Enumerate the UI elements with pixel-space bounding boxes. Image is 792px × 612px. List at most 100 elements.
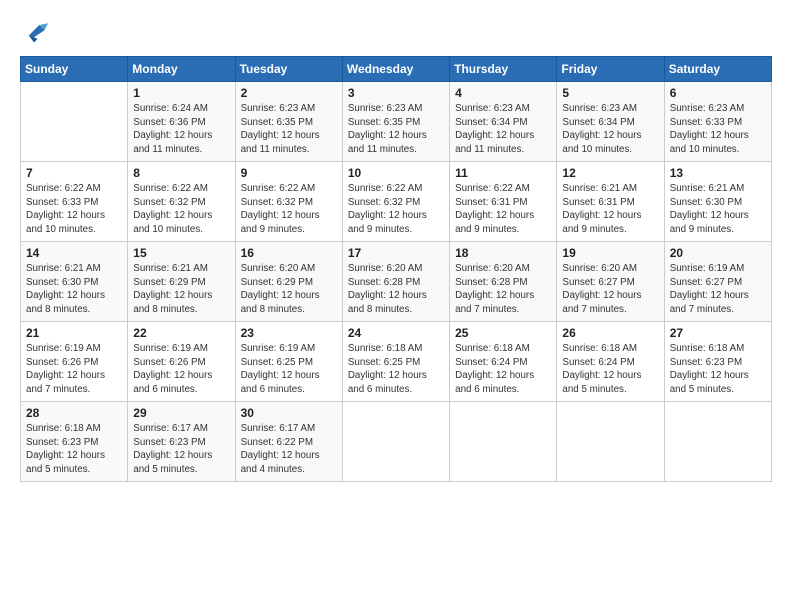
day-info: Sunrise: 6:20 AM Sunset: 6:28 PM Dayligh… bbox=[348, 262, 444, 317]
calendar-cell bbox=[557, 402, 664, 482]
calendar-table: SundayMondayTuesdayWednesdayThursdayFrid… bbox=[20, 56, 772, 482]
day-number: 12 bbox=[562, 166, 658, 180]
calendar-cell: 23 Sunrise: 6:19 AM Sunset: 6:25 PM Dayli… bbox=[235, 322, 342, 402]
page-header bbox=[20, 18, 772, 46]
day-info: Sunrise: 6:20 AM Sunset: 6:29 PM Dayligh… bbox=[241, 262, 337, 317]
calendar-cell: 28 Sunrise: 6:18 AM Sunset: 6:23 PM Dayli… bbox=[21, 402, 128, 482]
day-number: 27 bbox=[670, 326, 766, 340]
day-info: Sunrise: 6:18 AM Sunset: 6:23 PM Dayligh… bbox=[26, 422, 122, 477]
calendar-cell: 8 Sunrise: 6:22 AM Sunset: 6:32 PM Daylig… bbox=[128, 162, 235, 242]
day-number: 15 bbox=[133, 246, 229, 260]
day-info: Sunrise: 6:19 AM Sunset: 6:26 PM Dayligh… bbox=[133, 342, 229, 397]
calendar-cell: 10 Sunrise: 6:22 AM Sunset: 6:32 PM Dayli… bbox=[342, 162, 449, 242]
day-info: Sunrise: 6:21 AM Sunset: 6:30 PM Dayligh… bbox=[670, 182, 766, 237]
day-number: 16 bbox=[241, 246, 337, 260]
day-info: Sunrise: 6:24 AM Sunset: 6:36 PM Dayligh… bbox=[133, 102, 229, 157]
day-number: 1 bbox=[133, 86, 229, 100]
day-info: Sunrise: 6:20 AM Sunset: 6:28 PM Dayligh… bbox=[455, 262, 551, 317]
day-number: 22 bbox=[133, 326, 229, 340]
day-info: Sunrise: 6:23 AM Sunset: 6:34 PM Dayligh… bbox=[455, 102, 551, 157]
day-number: 19 bbox=[562, 246, 658, 260]
day-number: 2 bbox=[241, 86, 337, 100]
calendar-cell: 24 Sunrise: 6:18 AM Sunset: 6:25 PM Dayli… bbox=[342, 322, 449, 402]
day-info: Sunrise: 6:18 AM Sunset: 6:25 PM Dayligh… bbox=[348, 342, 444, 397]
day-number: 29 bbox=[133, 406, 229, 420]
day-number: 28 bbox=[26, 406, 122, 420]
day-number: 5 bbox=[562, 86, 658, 100]
day-number: 14 bbox=[26, 246, 122, 260]
calendar-page: SundayMondayTuesdayWednesdayThursdayFrid… bbox=[0, 0, 792, 612]
calendar-cell: 4 Sunrise: 6:23 AM Sunset: 6:34 PM Daylig… bbox=[450, 82, 557, 162]
day-number: 26 bbox=[562, 326, 658, 340]
calendar-cell: 19 Sunrise: 6:20 AM Sunset: 6:27 PM Dayli… bbox=[557, 242, 664, 322]
day-info: Sunrise: 6:22 AM Sunset: 6:32 PM Dayligh… bbox=[348, 182, 444, 237]
day-info: Sunrise: 6:22 AM Sunset: 6:31 PM Dayligh… bbox=[455, 182, 551, 237]
day-number: 4 bbox=[455, 86, 551, 100]
day-info: Sunrise: 6:23 AM Sunset: 6:34 PM Dayligh… bbox=[562, 102, 658, 157]
calendar-cell: 21 Sunrise: 6:19 AM Sunset: 6:26 PM Dayli… bbox=[21, 322, 128, 402]
day-number: 20 bbox=[670, 246, 766, 260]
day-number: 7 bbox=[26, 166, 122, 180]
day-info: Sunrise: 6:18 AM Sunset: 6:24 PM Dayligh… bbox=[562, 342, 658, 397]
day-info: Sunrise: 6:21 AM Sunset: 6:30 PM Dayligh… bbox=[26, 262, 122, 317]
day-number: 8 bbox=[133, 166, 229, 180]
calendar-cell: 6 Sunrise: 6:23 AM Sunset: 6:33 PM Daylig… bbox=[664, 82, 771, 162]
day-number: 6 bbox=[670, 86, 766, 100]
weekday-header: Tuesday bbox=[235, 57, 342, 82]
weekday-header: Thursday bbox=[450, 57, 557, 82]
calendar-cell bbox=[342, 402, 449, 482]
calendar-cell: 30 Sunrise: 6:17 AM Sunset: 6:22 PM Dayli… bbox=[235, 402, 342, 482]
day-number: 10 bbox=[348, 166, 444, 180]
day-info: Sunrise: 6:23 AM Sunset: 6:35 PM Dayligh… bbox=[348, 102, 444, 157]
day-info: Sunrise: 6:19 AM Sunset: 6:25 PM Dayligh… bbox=[241, 342, 337, 397]
day-info: Sunrise: 6:23 AM Sunset: 6:33 PM Dayligh… bbox=[670, 102, 766, 157]
calendar-cell bbox=[664, 402, 771, 482]
day-info: Sunrise: 6:19 AM Sunset: 6:27 PM Dayligh… bbox=[670, 262, 766, 317]
calendar-cell bbox=[21, 82, 128, 162]
day-number: 30 bbox=[241, 406, 337, 420]
day-number: 24 bbox=[348, 326, 444, 340]
calendar-cell: 27 Sunrise: 6:18 AM Sunset: 6:23 PM Dayli… bbox=[664, 322, 771, 402]
day-info: Sunrise: 6:17 AM Sunset: 6:23 PM Dayligh… bbox=[133, 422, 229, 477]
calendar-cell: 25 Sunrise: 6:18 AM Sunset: 6:24 PM Dayli… bbox=[450, 322, 557, 402]
calendar-cell bbox=[450, 402, 557, 482]
calendar-cell: 2 Sunrise: 6:23 AM Sunset: 6:35 PM Daylig… bbox=[235, 82, 342, 162]
day-info: Sunrise: 6:22 AM Sunset: 6:32 PM Dayligh… bbox=[133, 182, 229, 237]
calendar-cell: 16 Sunrise: 6:20 AM Sunset: 6:29 PM Dayli… bbox=[235, 242, 342, 322]
day-info: Sunrise: 6:23 AM Sunset: 6:35 PM Dayligh… bbox=[241, 102, 337, 157]
calendar-cell: 5 Sunrise: 6:23 AM Sunset: 6:34 PM Daylig… bbox=[557, 82, 664, 162]
logo bbox=[20, 18, 52, 46]
calendar-cell: 11 Sunrise: 6:22 AM Sunset: 6:31 PM Dayli… bbox=[450, 162, 557, 242]
day-info: Sunrise: 6:22 AM Sunset: 6:33 PM Dayligh… bbox=[26, 182, 122, 237]
calendar-cell: 14 Sunrise: 6:21 AM Sunset: 6:30 PM Dayli… bbox=[21, 242, 128, 322]
calendar-cell: 9Sunrise: 6:22 AM Sunset: 6:32 PM Daylig… bbox=[235, 162, 342, 242]
day-info: Sunrise: 6:18 AM Sunset: 6:24 PM Dayligh… bbox=[455, 342, 551, 397]
day-number: 21 bbox=[26, 326, 122, 340]
logo-icon bbox=[20, 18, 48, 46]
day-number: 23 bbox=[241, 326, 337, 340]
calendar-cell: 22 Sunrise: 6:19 AM Sunset: 6:26 PM Dayli… bbox=[128, 322, 235, 402]
weekday-header: Sunday bbox=[21, 57, 128, 82]
calendar-header-row: SundayMondayTuesdayWednesdayThursdayFrid… bbox=[21, 57, 772, 82]
day-number: 17 bbox=[348, 246, 444, 260]
day-info: Sunrise: 6:20 AM Sunset: 6:27 PM Dayligh… bbox=[562, 262, 658, 317]
calendar-cell: 15 Sunrise: 6:21 AM Sunset: 6:29 PM Dayli… bbox=[128, 242, 235, 322]
weekday-header: Wednesday bbox=[342, 57, 449, 82]
day-number: 3 bbox=[348, 86, 444, 100]
calendar-cell: 12Sunrise: 6:21 AM Sunset: 6:31 PM Dayli… bbox=[557, 162, 664, 242]
calendar-cell: 17 Sunrise: 6:20 AM Sunset: 6:28 PM Dayli… bbox=[342, 242, 449, 322]
calendar-cell: 20 Sunrise: 6:19 AM Sunset: 6:27 PM Dayli… bbox=[664, 242, 771, 322]
calendar-cell: 3 Sunrise: 6:23 AM Sunset: 6:35 PM Daylig… bbox=[342, 82, 449, 162]
day-info: Sunrise: 6:21 AM Sunset: 6:29 PM Dayligh… bbox=[133, 262, 229, 317]
calendar-cell: 26 Sunrise: 6:18 AM Sunset: 6:24 PM Dayli… bbox=[557, 322, 664, 402]
calendar-cell: 29 Sunrise: 6:17 AM Sunset: 6:23 PM Dayli… bbox=[128, 402, 235, 482]
day-number: 25 bbox=[455, 326, 551, 340]
day-info: Sunrise: 6:19 AM Sunset: 6:26 PM Dayligh… bbox=[26, 342, 122, 397]
day-info: Sunrise: 6:18 AM Sunset: 6:23 PM Dayligh… bbox=[670, 342, 766, 397]
day-number: 11 bbox=[455, 166, 551, 180]
calendar-cell: 7 Sunrise: 6:22 AM Sunset: 6:33 PM Daylig… bbox=[21, 162, 128, 242]
day-info: Sunrise: 6:22 AM Sunset: 6:32 PM Dayligh… bbox=[241, 182, 337, 237]
weekday-header: Saturday bbox=[664, 57, 771, 82]
day-info: Sunrise: 6:17 AM Sunset: 6:22 PM Dayligh… bbox=[241, 422, 337, 477]
calendar-cell: 1 Sunrise: 6:24 AM Sunset: 6:36 PM Daylig… bbox=[128, 82, 235, 162]
